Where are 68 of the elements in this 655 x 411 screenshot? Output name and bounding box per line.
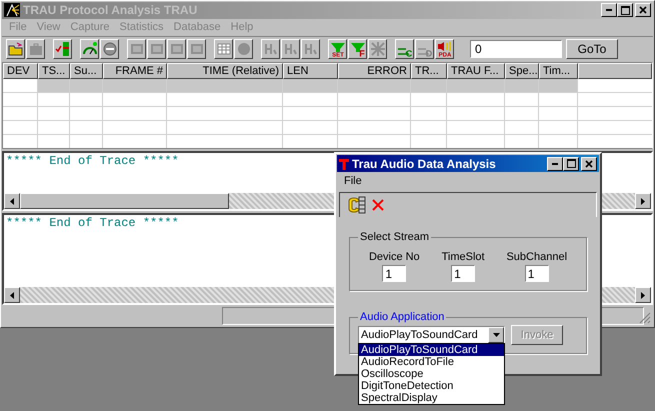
column-header[interactable]: DEV xyxy=(3,62,38,79)
maximize-icon xyxy=(566,159,576,168)
dropdown-value: AudioPlayToSoundCard xyxy=(361,329,479,341)
right-arrow-icon xyxy=(641,198,645,205)
right-arrow-icon xyxy=(641,292,645,299)
close-icon xyxy=(585,160,593,168)
close-button[interactable] xyxy=(581,156,597,170)
t-logo-icon xyxy=(339,158,349,170)
dropdown-option[interactable]: Oscilloscope xyxy=(359,368,504,380)
toolbar-button[interactable] xyxy=(53,39,72,60)
toolbar-button[interactable] xyxy=(6,39,25,60)
folder-icon xyxy=(8,41,24,58)
checklist-icon xyxy=(54,41,70,58)
table-row[interactable] xyxy=(3,78,652,93)
left-arrow-icon xyxy=(10,198,14,205)
column-header[interactable]: ERROR xyxy=(338,62,411,79)
close-icon xyxy=(639,6,647,14)
number-field[interactable]: 1 xyxy=(524,265,549,282)
dropdown-arrow-icon xyxy=(492,333,500,337)
minimize-icon xyxy=(606,9,612,12)
scroll-thumb[interactable] xyxy=(20,193,229,210)
trace-text: ***** End of Trace ***** xyxy=(5,152,180,169)
scroll-right-button[interactable] xyxy=(635,193,651,210)
letter-icon xyxy=(282,41,298,58)
column-header[interactable]: LEN xyxy=(283,62,338,79)
column-header[interactable]: TIME (Relative) xyxy=(167,62,283,79)
dropdown-button[interactable] xyxy=(488,327,504,343)
column-header[interactable]: Tim... xyxy=(539,62,578,79)
column-header[interactable]: TRAU F... xyxy=(447,62,505,79)
application-dropdown[interactable]: AudioPlayToSoundCard xyxy=(358,326,505,344)
grid-icon xyxy=(216,41,232,58)
field-label: SubChannel xyxy=(506,251,568,263)
toolbar-button[interactable] xyxy=(80,39,99,60)
burst-icon xyxy=(370,41,386,58)
dropdown-option[interactable]: DigitToneDetection xyxy=(359,380,504,392)
dropdown-option[interactable]: AudioPlayToSoundCard xyxy=(359,344,504,356)
minimize-button[interactable] xyxy=(547,156,563,170)
group-label: Select Stream xyxy=(359,231,430,243)
number-field[interactable]: 1 xyxy=(382,265,406,282)
field-label: Device No xyxy=(368,251,420,263)
scroll-right-button[interactable] xyxy=(635,287,651,304)
scroll-left-button[interactable] xyxy=(4,193,20,210)
dropdown-option[interactable]: SpectralDisplay xyxy=(359,392,504,404)
maximize-icon xyxy=(620,6,630,15)
column-header[interactable]: TR... xyxy=(411,62,447,79)
letter-icon xyxy=(302,41,318,58)
scroll-left-button[interactable] xyxy=(4,287,20,304)
menu-item[interactable]: File xyxy=(339,175,367,187)
stop-icon xyxy=(102,41,118,58)
dropdown-option[interactable]: AudioRecordToFile xyxy=(359,356,504,368)
goto-field[interactable]: 0 xyxy=(470,40,562,58)
left-arrow-icon xyxy=(10,292,14,299)
minimize-icon xyxy=(552,162,558,164)
column-header[interactable]: FRAME # xyxy=(103,62,167,79)
dialog-title: Trau Audio Data Analysis xyxy=(352,156,497,170)
letter-icon xyxy=(262,41,278,58)
goto-button[interactable]: GoTo xyxy=(566,39,618,60)
number-field[interactable]: 1 xyxy=(451,265,476,282)
field-label: TimeSlot xyxy=(442,251,485,263)
column-header[interactable]: Su... xyxy=(70,62,103,79)
trace-text: ***** End of Trace ***** xyxy=(5,215,180,232)
disc-icon xyxy=(236,41,252,58)
maximize-button[interactable] xyxy=(563,156,579,170)
case-icon xyxy=(28,41,44,58)
app-logo-icon xyxy=(4,3,20,18)
column-header[interactable]: Spe... xyxy=(505,62,539,79)
group-label: Audio Application xyxy=(359,311,446,323)
column-header[interactable]: TS... xyxy=(38,62,70,79)
